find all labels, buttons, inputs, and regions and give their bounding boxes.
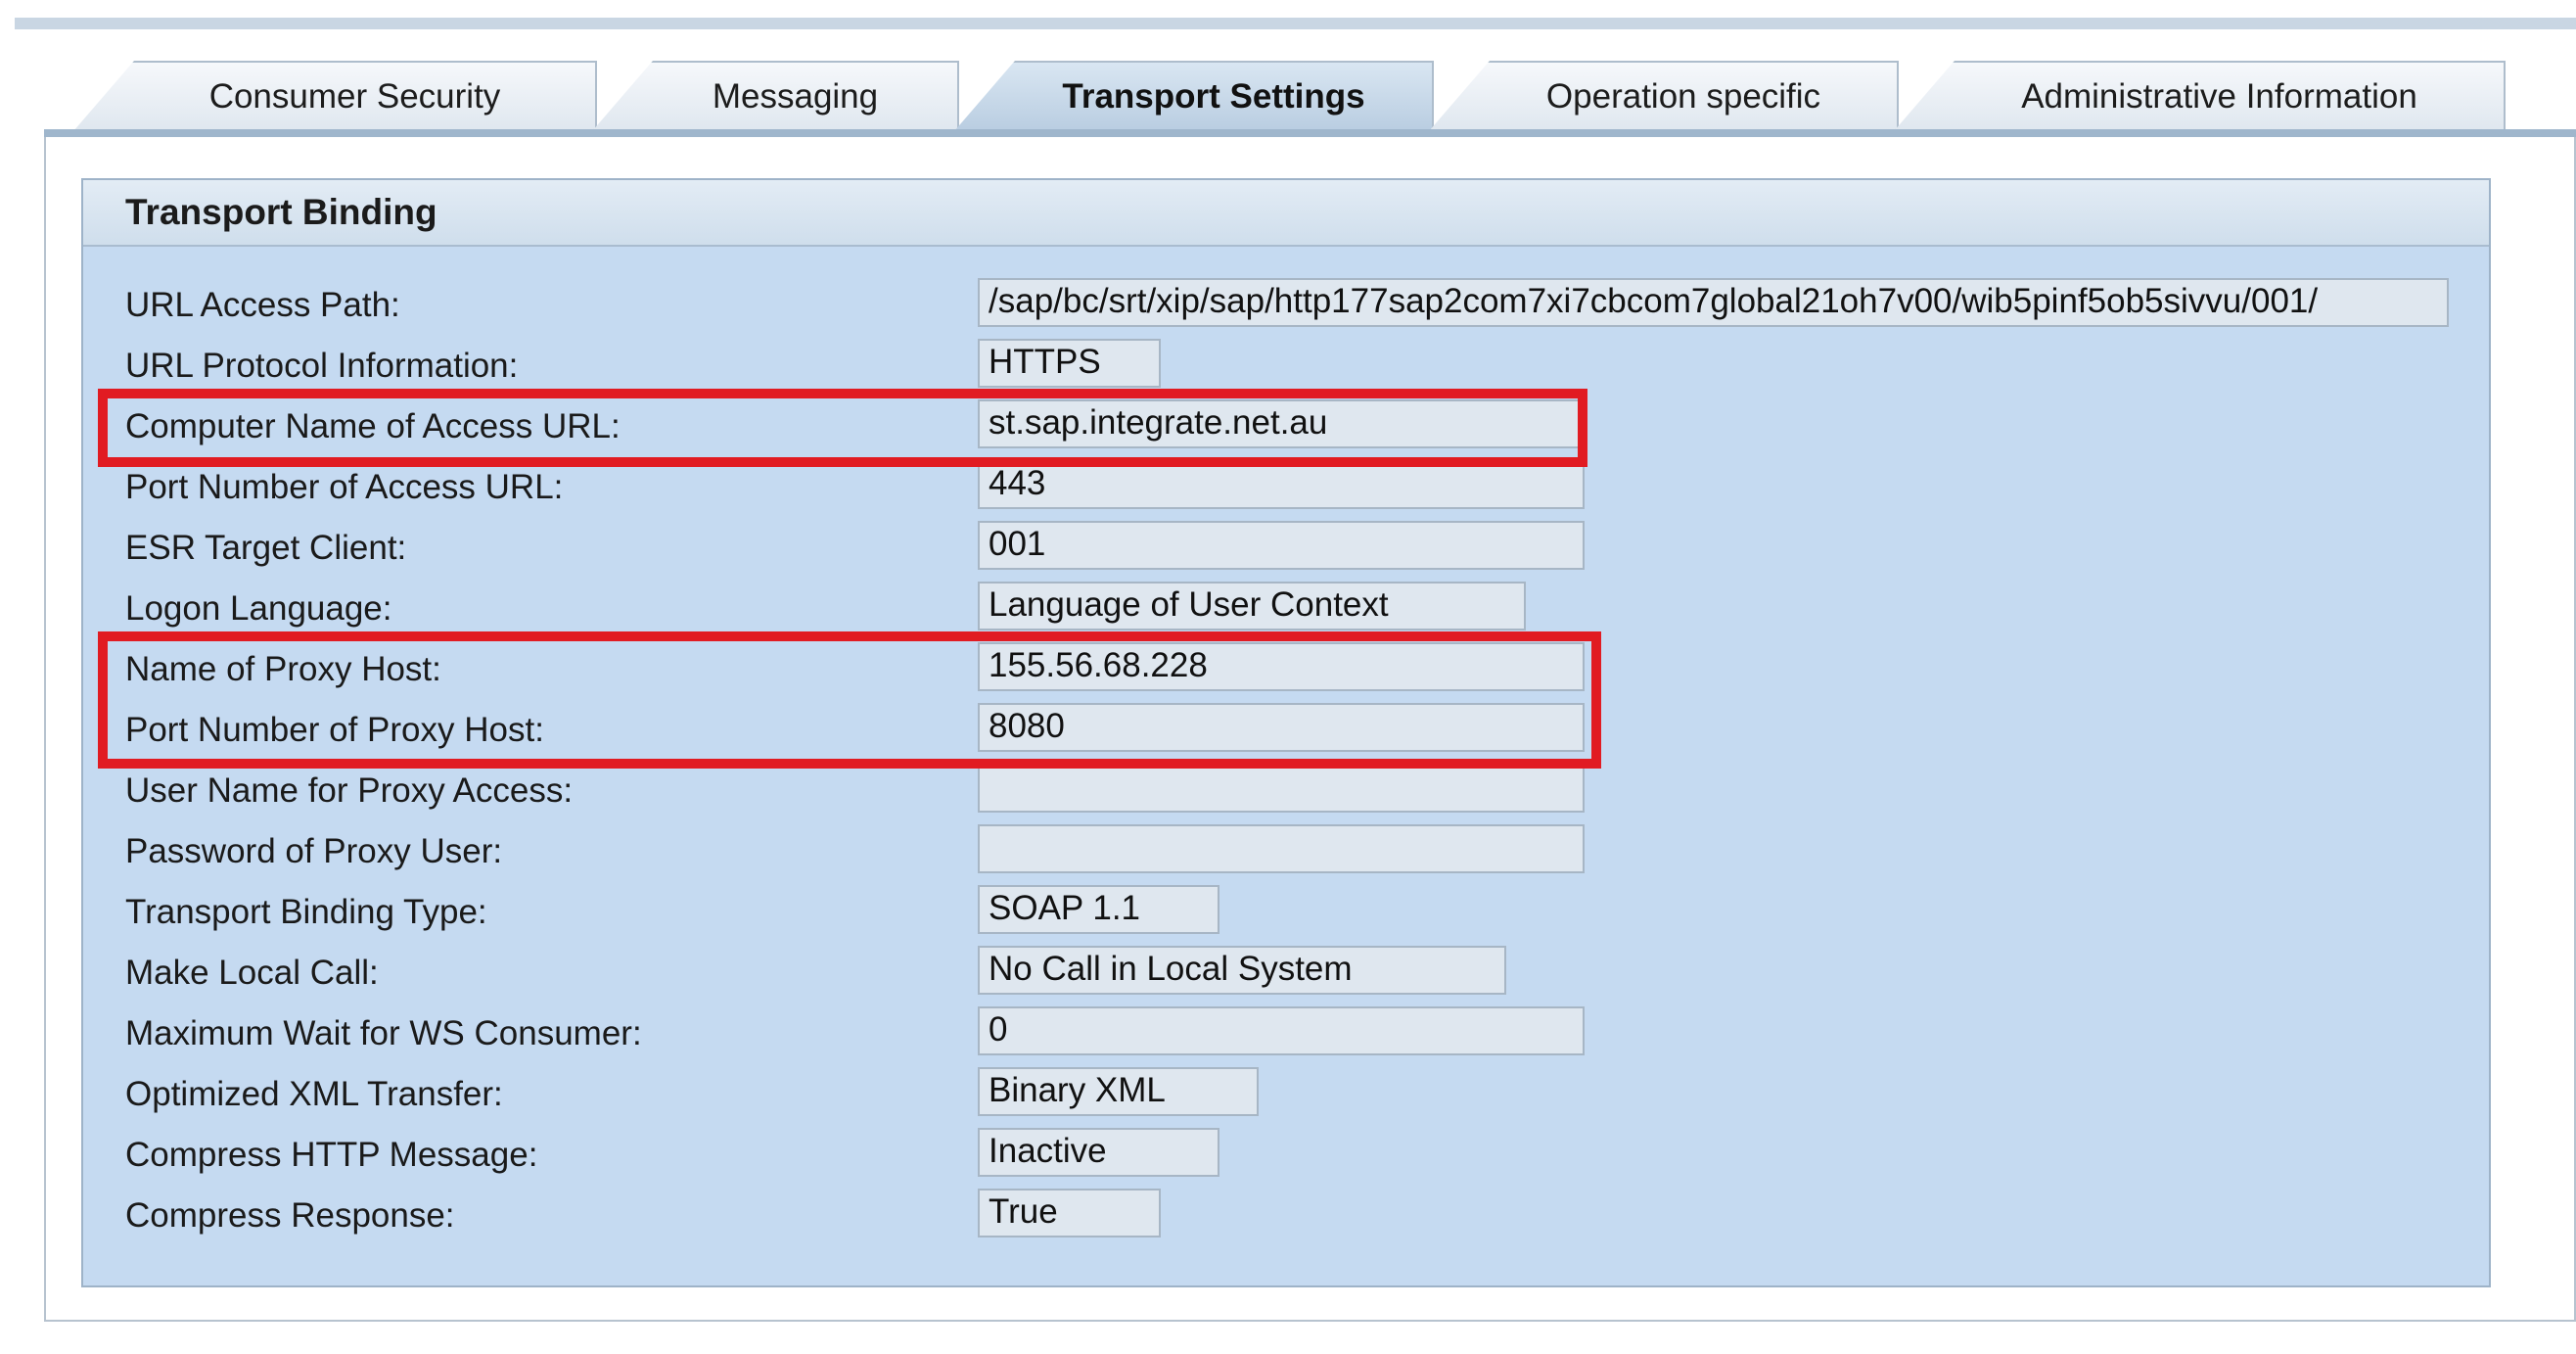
tab-label: Consumer Security: [208, 77, 501, 116]
field-label: URL Protocol Information:: [125, 347, 519, 385]
tab-bar: Consumer Security Messaging Transport Se…: [44, 61, 2576, 139]
field-row-local-call: Make Local Call: No Call in Local System: [83, 946, 2489, 1001]
local-call-field[interactable]: No Call in Local System: [978, 946, 1506, 995]
logon-language-field[interactable]: Language of User Context: [978, 582, 1526, 630]
compress-response-field[interactable]: True: [978, 1189, 1161, 1237]
field-row-port-number-access: Port Number of Access URL: 443: [83, 460, 2489, 515]
proxy-user-field[interactable]: [978, 764, 1585, 813]
field-row-proxy-port: Port Number of Proxy Host: 8080: [83, 703, 2489, 758]
field-label: Password of Proxy User:: [125, 832, 503, 870]
field-row-compress-http: Compress HTTP Message: Inactive: [83, 1128, 2489, 1183]
tab-label: Operation specific: [1545, 77, 1821, 116]
field-row-xml-transfer: Optimized XML Transfer: Binary XML: [83, 1067, 2489, 1122]
field-label: URL Access Path:: [125, 286, 400, 324]
tab-operation-specific[interactable]: Operation specific: [1429, 61, 1899, 131]
tab-underline: [44, 129, 2576, 137]
field-row-logon-language: Logon Language: Language of User Context: [83, 582, 2489, 636]
field-row-esr-target-client: ESR Target Client: 001: [83, 521, 2489, 576]
field-label: Port Number of Access URL:: [125, 468, 564, 506]
field-row-proxy-host: Name of Proxy Host: 155.56.68.228: [83, 642, 2489, 697]
field-label: Optimized XML Transfer:: [125, 1075, 503, 1113]
field-row-proxy-password: Password of Proxy User:: [83, 824, 2489, 879]
field-row-url-access-path: URL Access Path: /sap/bc/srt/xip/sap/htt…: [83, 278, 2489, 333]
url-protocol-field[interactable]: HTTPS: [978, 339, 1161, 388]
proxy-port-field[interactable]: 8080: [978, 703, 1585, 752]
tab-administrative-information[interactable]: Administrative Information: [1894, 61, 2506, 131]
tab-label: Messaging: [712, 77, 879, 116]
field-label: Compress Response:: [125, 1196, 455, 1235]
port-number-access-field[interactable]: 443: [978, 460, 1585, 509]
url-access-path-field[interactable]: /sap/bc/srt/xip/sap/http177sap2com7xi7cb…: [978, 278, 2449, 327]
field-row-url-protocol: URL Protocol Information: HTTPS: [83, 339, 2489, 394]
field-label: Make Local Call:: [125, 954, 379, 992]
field-label: User Name for Proxy Access:: [125, 771, 574, 810]
proxy-host-field[interactable]: 155.56.68.228: [978, 642, 1585, 691]
field-label: ESR Target Client:: [125, 529, 407, 567]
group-title: Transport Binding: [83, 180, 2489, 247]
esr-target-client-field[interactable]: 001: [978, 521, 1585, 570]
binding-type-field[interactable]: SOAP 1.1: [978, 885, 1219, 934]
tab-messaging[interactable]: Messaging: [592, 61, 959, 131]
field-row-computer-name: Computer Name of Access URL: st.sap.inte…: [83, 399, 2489, 454]
window-top-strip: [15, 18, 2576, 29]
field-row-binding-type: Transport Binding Type: SOAP 1.1: [83, 885, 2489, 940]
field-label: Compress HTTP Message:: [125, 1136, 538, 1174]
tab-transport-settings[interactable]: Transport Settings: [954, 61, 1434, 131]
tab-consumer-security[interactable]: Consumer Security: [73, 61, 597, 131]
field-row-compress-response: Compress Response: True: [83, 1189, 2489, 1243]
field-label: Logon Language:: [125, 589, 392, 628]
field-label: Name of Proxy Host:: [125, 650, 441, 688]
field-row-proxy-user: User Name for Proxy Access:: [83, 764, 2489, 818]
max-wait-field[interactable]: 0: [978, 1006, 1585, 1055]
proxy-password-field[interactable]: [978, 824, 1585, 873]
field-label: Transport Binding Type:: [125, 893, 487, 931]
field-row-max-wait: Maximum Wait for WS Consumer: 0: [83, 1006, 2489, 1061]
field-label: Maximum Wait for WS Consumer:: [125, 1014, 642, 1052]
transport-binding-group: Transport Binding URL Access Path: /sap/…: [81, 178, 2491, 1287]
compress-http-field[interactable]: Inactive: [978, 1128, 1219, 1177]
computer-name-field[interactable]: st.sap.integrate.net.au: [978, 399, 1585, 448]
xml-transfer-field[interactable]: Binary XML: [978, 1067, 1259, 1116]
field-label: Port Number of Proxy Host:: [125, 711, 544, 749]
tab-label: Administrative Information: [2021, 77, 2417, 116]
field-label: Computer Name of Access URL:: [125, 407, 621, 445]
tab-label: Transport Settings: [1062, 77, 1365, 116]
